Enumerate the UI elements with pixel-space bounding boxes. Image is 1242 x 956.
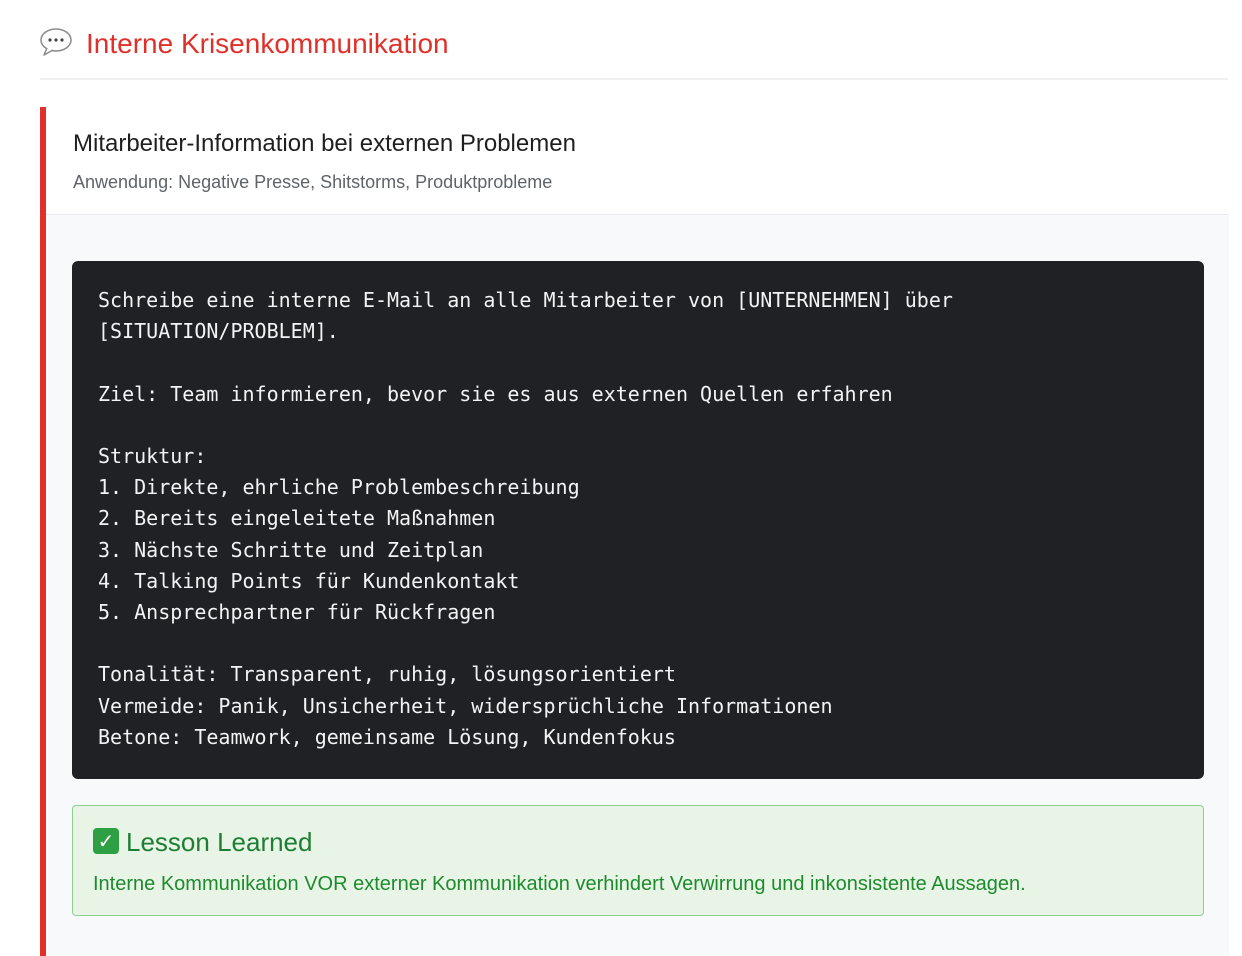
lesson-text: Interne Kommunikation VOR externer Kommu… — [93, 873, 1026, 895]
section-header: Interne Krisenkommunikation — [40, 20, 1228, 80]
check-mark-icon: ✓ — [93, 828, 119, 854]
prompt-card-body: Schreibe eine interne E-Mail an alle Mit… — [46, 215, 1229, 956]
lesson-title: Lesson Learned — [126, 827, 313, 857]
prompt-card-subtitle: Anwendung: Negative Presse, Shitstorms, … — [73, 172, 553, 192]
prompt-card-header: Mitarbeiter-Information bei externen Pro… — [46, 107, 1229, 215]
speech-bubble-icon — [40, 28, 72, 56]
prompt-code-block[interactable]: Schreibe eine interne E-Mail an alle Mit… — [72, 261, 1204, 779]
prompt-card: Mitarbeiter-Information bei externen Pro… — [40, 107, 1229, 956]
lesson-learned-box: ✓ Lesson Learned Interne Kommunikation V… — [72, 805, 1204, 916]
prompt-text[interactable]: Schreibe eine interne E-Mail an alle Mit… — [98, 285, 1178, 753]
section-title: Interne Krisenkommunikation — [86, 28, 449, 59]
prompt-card-title: Mitarbeiter-Information bei externen Pro… — [73, 130, 576, 157]
